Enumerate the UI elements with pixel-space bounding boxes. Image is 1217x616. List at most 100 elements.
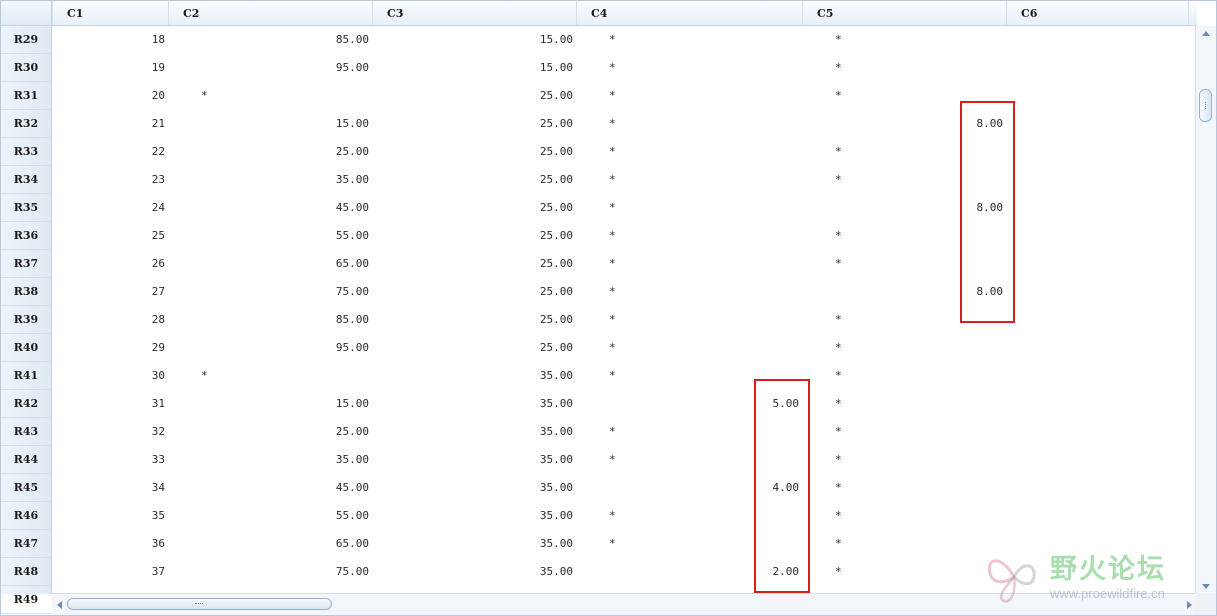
- scroll-right-icon[interactable]: [1187, 601, 1192, 609]
- row-header-r33[interactable]: R33: [1, 138, 51, 166]
- cell-r48-c5[interactable]: *: [835, 558, 842, 586]
- cell-r29-c5[interactable]: *: [835, 26, 842, 54]
- cell-r46-c2[interactable]: 55.00: [289, 502, 369, 530]
- scroll-down-icon[interactable]: [1202, 584, 1210, 589]
- select-all-corner[interactable]: [1, 1, 52, 25]
- cell-r34-c1[interactable]: 23: [85, 166, 165, 194]
- row-header-r29[interactable]: R29: [1, 26, 51, 54]
- column-header-c5[interactable]: C5: [802, 1, 1006, 25]
- scroll-up-icon[interactable]: [1202, 31, 1210, 36]
- cell-r42-c4[interactable]: 5.00: [719, 390, 800, 418]
- cell-r33-c4[interactable]: *: [609, 138, 616, 166]
- column-header-c3[interactable]: C3: [372, 1, 576, 25]
- column-header-c4[interactable]: C4: [576, 1, 802, 25]
- cell-r31-c5[interactable]: *: [835, 82, 842, 110]
- cell-r30-c1[interactable]: 19: [85, 54, 165, 82]
- cell-r37-c4[interactable]: *: [609, 250, 616, 278]
- cell-r40-c2[interactable]: 95.00: [289, 334, 369, 362]
- cell-r30-c2[interactable]: 95.00: [289, 54, 369, 82]
- row-header-r46[interactable]: R46: [1, 502, 51, 530]
- row-header-r30[interactable]: R30: [1, 54, 51, 82]
- cell-r40-c3[interactable]: 25.00: [493, 334, 573, 362]
- cell-r32-c3[interactable]: 25.00: [493, 110, 573, 138]
- cell-r32-c1[interactable]: 21: [85, 110, 165, 138]
- row-header-r37[interactable]: R37: [1, 250, 51, 278]
- cell-r45-c4[interactable]: 4.00: [719, 474, 800, 502]
- cell-r42-c5[interactable]: *: [835, 390, 842, 418]
- cell-r47-c1[interactable]: 36: [85, 530, 165, 558]
- cell-r30-c3[interactable]: 15.00: [493, 54, 573, 82]
- cell-r45-c3[interactable]: 35.00: [493, 474, 573, 502]
- row-header-r41[interactable]: R41: [1, 362, 51, 390]
- cell-r46-c3[interactable]: 35.00: [493, 502, 573, 530]
- cell-r42-c1[interactable]: 31: [85, 390, 165, 418]
- cell-r47-c5[interactable]: *: [835, 530, 842, 558]
- row-header-r44[interactable]: R44: [1, 446, 51, 474]
- cell-r45-c1[interactable]: 34: [85, 474, 165, 502]
- cell-r39-c3[interactable]: 25.00: [493, 306, 573, 334]
- row-header-r35[interactable]: R35: [1, 194, 51, 222]
- cell-r48-c3[interactable]: 35.00: [493, 558, 573, 586]
- cell-r34-c3[interactable]: 25.00: [493, 166, 573, 194]
- row-header-r42[interactable]: R42: [1, 390, 51, 418]
- cell-r35-c3[interactable]: 25.00: [493, 194, 573, 222]
- cell-r43-c5[interactable]: *: [835, 418, 842, 446]
- cell-r33-c3[interactable]: 25.00: [493, 138, 573, 166]
- cell-r39-c1[interactable]: 28: [85, 306, 165, 334]
- column-header-c6[interactable]: C6: [1006, 1, 1188, 25]
- row-header-r45[interactable]: R45: [1, 474, 51, 502]
- cell-r43-c1[interactable]: 32: [85, 418, 165, 446]
- row-header-r36[interactable]: R36: [1, 222, 51, 250]
- cell-r32-c6[interactable]: 8.00: [923, 110, 1004, 138]
- cell-r43-c2[interactable]: 25.00: [289, 418, 369, 446]
- cell-r46-c5[interactable]: *: [835, 502, 842, 530]
- cell-r34-c5[interactable]: *: [835, 166, 842, 194]
- cell-r35-c2[interactable]: 45.00: [289, 194, 369, 222]
- cell-r40-c1[interactable]: 29: [85, 334, 165, 362]
- cell-r44-c4[interactable]: *: [609, 446, 616, 474]
- row-header-r49[interactable]: R49: [1, 586, 51, 614]
- cell-r42-c2[interactable]: 15.00: [289, 390, 369, 418]
- cell-r41-c3[interactable]: 35.00: [493, 362, 573, 390]
- cell-r38-c4[interactable]: *: [609, 278, 616, 306]
- cell-r38-c1[interactable]: 27: [85, 278, 165, 306]
- cell-r34-c2[interactable]: 35.00: [289, 166, 369, 194]
- column-header-c2[interactable]: C2: [168, 1, 372, 25]
- cell-r48-c2[interactable]: 75.00: [289, 558, 369, 586]
- scroll-left-icon[interactable]: [57, 601, 62, 609]
- cell-r44-c1[interactable]: 33: [85, 446, 165, 474]
- cell-r36-c3[interactable]: 25.00: [493, 222, 573, 250]
- cell-r34-c4[interactable]: *: [609, 166, 616, 194]
- cell-r39-c2[interactable]: 85.00: [289, 306, 369, 334]
- cell-r40-c4[interactable]: *: [609, 334, 616, 362]
- cell-r42-c3[interactable]: 35.00: [493, 390, 573, 418]
- cell-r35-c4[interactable]: *: [609, 194, 616, 222]
- cell-r47-c3[interactable]: 35.00: [493, 530, 573, 558]
- cell-r29-c3[interactable]: 15.00: [493, 26, 573, 54]
- cell-r33-c5[interactable]: *: [835, 138, 842, 166]
- cell-r33-c2[interactable]: 25.00: [289, 138, 369, 166]
- cell-r41-c5[interactable]: *: [835, 362, 842, 390]
- column-header-c7[interactable]: C7: [1188, 1, 1202, 25]
- row-header-r47[interactable]: R47: [1, 530, 51, 558]
- cell-r37-c3[interactable]: 25.00: [493, 250, 573, 278]
- horizontal-scrollbar[interactable]: [52, 593, 1197, 615]
- cell-r46-c1[interactable]: 35: [85, 502, 165, 530]
- cell-r39-c5[interactable]: *: [835, 306, 842, 334]
- row-header-r32[interactable]: R32: [1, 110, 51, 138]
- cell-r32-c2[interactable]: 15.00: [289, 110, 369, 138]
- cell-r32-c4[interactable]: *: [609, 110, 616, 138]
- cell-r35-c6[interactable]: 8.00: [923, 194, 1004, 222]
- cell-r35-c1[interactable]: 24: [85, 194, 165, 222]
- cell-r46-c4[interactable]: *: [609, 502, 616, 530]
- vertical-scrollbar[interactable]: [1195, 26, 1216, 594]
- cell-r47-c2[interactable]: 65.00: [289, 530, 369, 558]
- cell-r36-c4[interactable]: *: [609, 222, 616, 250]
- vertical-scroll-thumb[interactable]: [1199, 89, 1212, 122]
- cell-r38-c3[interactable]: 25.00: [493, 278, 573, 306]
- cell-r31-c2[interactable]: *: [201, 82, 208, 110]
- cell-r37-c1[interactable]: 26: [85, 250, 165, 278]
- cell-r31-c3[interactable]: 25.00: [493, 82, 573, 110]
- cell-r48-c4[interactable]: 2.00: [719, 558, 800, 586]
- cell-r31-c1[interactable]: 20: [85, 82, 165, 110]
